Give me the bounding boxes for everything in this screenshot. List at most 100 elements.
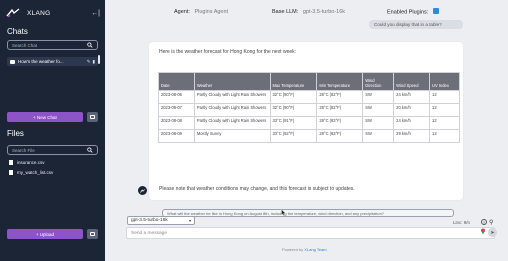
logo-row: XLANG ←| bbox=[6, 7, 100, 19]
suggested-question[interactable]: What will the weather be like in Hong Ko… bbox=[162, 209, 454, 217]
plugins-info: Enabled Plugins: bbox=[387, 8, 439, 16]
footer: Powered by XLang Team bbox=[282, 247, 327, 252]
file-item[interactable]: my_watch_list.csv bbox=[9, 170, 53, 175]
input-actions: ➤ bbox=[480, 228, 497, 237]
new-chat-button[interactable]: + New Chat bbox=[7, 112, 83, 122]
table-cell: 2023-08-08 bbox=[158, 116, 195, 130]
table-cell: 24 km/h bbox=[393, 90, 431, 104]
table-cell: 32°C (90°F) bbox=[269, 90, 318, 104]
table-cell: 20 km/h bbox=[393, 103, 431, 117]
table-cell: 12 bbox=[429, 129, 460, 143]
column-header: UV Index bbox=[429, 72, 460, 91]
edit-icon[interactable]: ✎ bbox=[87, 59, 91, 65]
agent-info: Agent: Plugins Agent bbox=[174, 9, 228, 15]
table-row: 2023-08-09 Mostly Sunny 33°C (92°F) 28°C… bbox=[158, 129, 460, 143]
table-cell: 12 bbox=[429, 103, 460, 117]
table-cell: SW bbox=[362, 90, 395, 104]
column-header: Date bbox=[158, 72, 195, 91]
table-cell: 33°C (92°F) bbox=[269, 129, 318, 143]
chat-manage-button[interactable] bbox=[87, 112, 98, 122]
send-button[interactable]: ➤ bbox=[488, 228, 497, 237]
chat-list-item[interactable]: How's the weather fo... ✎ ▮ bbox=[7, 57, 98, 66]
table-cell: 12 bbox=[429, 116, 460, 130]
table-cell: SW bbox=[362, 103, 395, 117]
chats-title: Chats bbox=[7, 27, 28, 36]
llm-info: Base LLM: gpt-3.5-turbo-16k bbox=[272, 9, 345, 15]
column-header: Min Temperature bbox=[316, 72, 364, 91]
table-cell: 2023-08-06 bbox=[158, 90, 195, 104]
footer-link[interactable]: XLang Team bbox=[304, 247, 326, 252]
table-cell: 2023-08-09 bbox=[158, 129, 195, 143]
table-row: 2023-08-07 Partly Cloudy with Light Rain… bbox=[158, 103, 460, 117]
linc-status: Linc: 9/n bbox=[453, 220, 471, 225]
table-header-row: Date Weather Max Temperature Min Tempera… bbox=[158, 72, 460, 91]
llm-label: Base LLM: bbox=[272, 9, 299, 15]
sidebar: XLANG ←| Chats How's the weather fo... ✎… bbox=[0, 0, 105, 261]
agent-label: Agent: bbox=[174, 9, 190, 15]
table-cell: 28°C (83°F) bbox=[316, 116, 364, 130]
collapse-sidebar-icon[interactable]: ←| bbox=[91, 10, 100, 17]
column-header: Max Temperature bbox=[269, 72, 318, 91]
agent-value: Plugins Agent bbox=[194, 9, 229, 15]
table-cell: 12 bbox=[429, 90, 460, 104]
footer-prefix: Powered by bbox=[282, 247, 304, 252]
table-cell: Partly Cloudy with Light Rain Showers bbox=[193, 103, 271, 117]
file-manage-button[interactable] bbox=[87, 229, 98, 239]
file-item[interactable]: insurance.csv bbox=[9, 160, 45, 165]
weather-plugin-icon[interactable] bbox=[432, 8, 439, 14]
table-cell: 33°C (91°F) bbox=[269, 116, 318, 130]
table-cell: Mostly Sunny bbox=[193, 129, 271, 143]
search-icon[interactable] bbox=[87, 42, 93, 48]
folder-icon bbox=[90, 232, 95, 236]
model-select[interactable]: gpt-3.5-turbo-16k ▾ bbox=[127, 216, 195, 225]
file-name: insurance.csv bbox=[17, 160, 45, 165]
table-cell: 28°C (83°F) bbox=[316, 129, 364, 143]
message-input-bar[interactable] bbox=[126, 227, 495, 239]
table-cell: SW bbox=[362, 116, 395, 130]
upload-button[interactable]: + Upload bbox=[7, 229, 83, 239]
chat-search-input[interactable] bbox=[12, 42, 88, 48]
table-cell: Partly Cloudy with Light Rain Showers bbox=[193, 116, 271, 130]
file-icon bbox=[9, 160, 13, 165]
column-header: Wind Speed bbox=[393, 72, 431, 91]
file-search-input[interactable] bbox=[12, 147, 88, 153]
chat-search-box[interactable] bbox=[7, 40, 98, 50]
folder-icon bbox=[90, 115, 95, 119]
xlang-logo-icon bbox=[140, 188, 145, 193]
location-pin-icon[interactable] bbox=[480, 228, 486, 235]
file-name: my_watch_list.csv bbox=[17, 170, 54, 175]
answer-outro: Please note that weather conditions may … bbox=[159, 186, 355, 192]
table-cell: 32°C (90°F) bbox=[269, 103, 318, 117]
app-name: XLANG bbox=[27, 9, 51, 17]
column-header: Wind Direction bbox=[362, 72, 395, 91]
table-cell: 24 km/h bbox=[393, 116, 431, 130]
chat-scrollbar[interactable] bbox=[98, 55, 100, 64]
llm-value: gpt-3.5-turbo-16k bbox=[302, 9, 346, 15]
mouse-cursor-icon bbox=[281, 209, 286, 216]
table-cell: 29 km/h bbox=[393, 129, 431, 143]
search-icon[interactable] bbox=[87, 147, 93, 153]
agent-avatar bbox=[138, 186, 147, 195]
table-cell: 2023-08-07 bbox=[158, 103, 195, 117]
table-cell: SW bbox=[362, 129, 395, 143]
table-cell: 28°C (82°F) bbox=[316, 103, 364, 117]
help-icon[interactable]: ? bbox=[481, 219, 487, 225]
message-input[interactable] bbox=[131, 230, 471, 236]
chat-item-label: How's the weather fo... bbox=[18, 59, 64, 64]
delete-icon[interactable]: ▮ bbox=[93, 59, 95, 65]
file-search-box[interactable] bbox=[7, 145, 98, 155]
weather-table: Date Weather Max Temperature Min Tempera… bbox=[158, 72, 460, 143]
chevron-down-icon[interactable]: ▾ bbox=[189, 218, 191, 223]
assistant-message-card: Here is the weather forecast for Hong Ko… bbox=[149, 42, 463, 200]
user-message: Could you display that in a table? bbox=[369, 20, 463, 29]
model-select-value: gpt-3.5-turbo-16k bbox=[131, 218, 168, 223]
key-icon[interactable]: ⚲ bbox=[489, 219, 497, 226]
files-title: Files bbox=[7, 129, 24, 138]
table-cell: Partly Cloudy with Light Rain Showers bbox=[193, 90, 271, 104]
table-row: 2023-08-08 Partly Cloudy with Light Rain… bbox=[158, 116, 460, 130]
table-row: 2023-08-06 Partly Cloudy with Light Rain… bbox=[158, 90, 460, 104]
plugins-label: Enabled Plugins: bbox=[387, 9, 429, 16]
file-icon bbox=[9, 170, 13, 175]
answer-intro: Here is the weather forecast for Hong Ko… bbox=[159, 49, 297, 55]
xlang-logo-icon bbox=[6, 8, 20, 18]
